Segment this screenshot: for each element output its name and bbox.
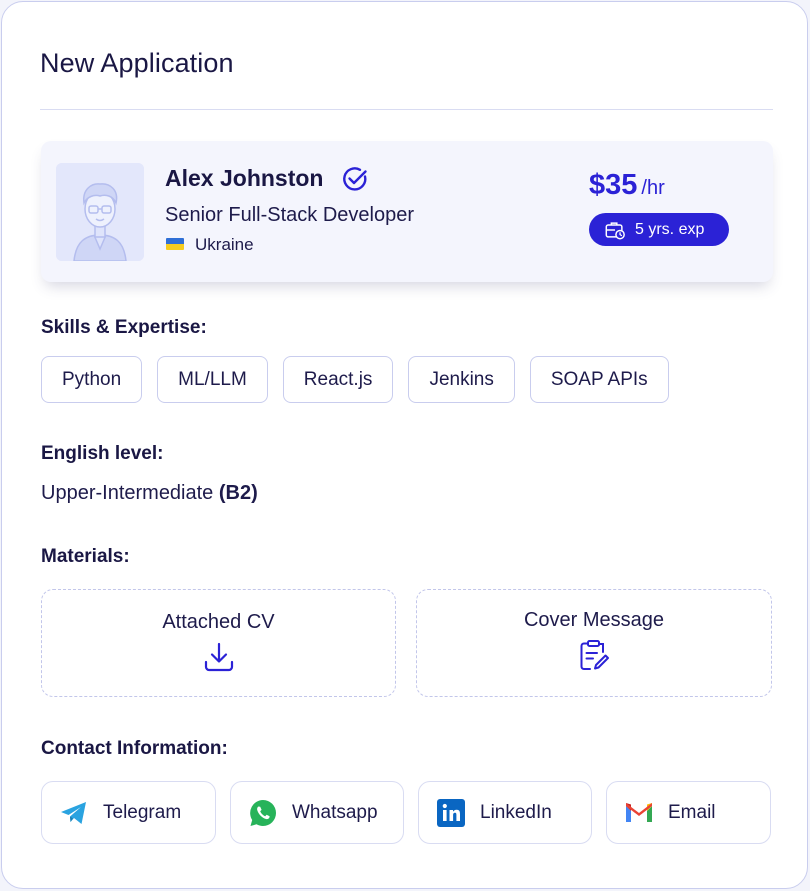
- document-edit-icon: [580, 640, 609, 670]
- contact-label: LinkedIn: [480, 801, 552, 823]
- linkedin-icon: [436, 798, 466, 828]
- candidate-name: Alex Johnston: [165, 165, 324, 191]
- contact-email-button[interactable]: Email: [606, 781, 771, 844]
- avatar: [56, 163, 144, 261]
- ukraine-flag-icon: [166, 238, 184, 250]
- candidate-role: Senior Full-Stack Developer: [165, 204, 414, 226]
- contact-label: Email: [668, 801, 716, 823]
- gmail-icon: [624, 798, 654, 828]
- english-level: Upper-Intermediate (B2): [41, 482, 258, 505]
- application-card: New Application Alex Johnston Senior Ful…: [1, 1, 808, 889]
- whatsapp-icon: [248, 798, 278, 828]
- verified-badge-icon: [343, 167, 367, 191]
- contact-list: Telegram Whatsapp LinkedIn Email: [41, 781, 771, 844]
- hourly-rate: $35/hr: [589, 169, 665, 202]
- cover-message-button[interactable]: Cover Message: [416, 589, 772, 697]
- skill-chip[interactable]: React.js: [282, 356, 394, 403]
- skill-chip[interactable]: Python: [41, 356, 143, 403]
- skill-chip[interactable]: SOAP APIs: [529, 356, 669, 403]
- skill-chip[interactable]: ML/LLM: [157, 356, 268, 403]
- rate-unit: /hr: [641, 177, 665, 199]
- download-icon: [204, 642, 233, 672]
- contact-heading: Contact Information:: [41, 738, 228, 759]
- experience-text: 5 yrs. exp: [635, 220, 705, 238]
- experience-badge: 5 yrs. exp: [589, 213, 729, 246]
- english-level-text: Upper-Intermediate: [41, 482, 214, 504]
- attached-cv-button[interactable]: Attached CV: [41, 589, 396, 697]
- english-level-code: (B2): [218, 482, 258, 504]
- telegram-icon: [59, 798, 89, 828]
- skills-list: Python ML/LLM React.js Jenkins SOAP APIs: [41, 356, 669, 403]
- skill-chip[interactable]: Jenkins: [408, 356, 515, 403]
- rate-amount: $35: [589, 169, 638, 201]
- contact-label: Whatsapp: [292, 801, 378, 823]
- header-divider: [40, 109, 773, 110]
- contact-label: Telegram: [103, 801, 182, 823]
- candidate-country: Ukraine: [195, 235, 254, 254]
- candidate-profile-card[interactable]: Alex Johnston Senior Full-Stack Develope…: [41, 141, 773, 282]
- contact-whatsapp-button[interactable]: Whatsapp: [230, 781, 404, 844]
- contact-telegram-button[interactable]: Telegram: [41, 781, 216, 844]
- contact-linkedin-button[interactable]: LinkedIn: [418, 781, 592, 844]
- attached-cv-label: Attached CV: [162, 611, 275, 633]
- briefcase-clock-icon: [605, 221, 625, 239]
- cover-message-label: Cover Message: [523, 609, 665, 631]
- page-title: New Application: [40, 48, 234, 78]
- skills-heading: Skills & Expertise:: [41, 317, 207, 338]
- avatar-illustration: [56, 163, 144, 261]
- english-heading: English level:: [41, 443, 164, 464]
- materials-heading: Materials:: [41, 546, 130, 567]
